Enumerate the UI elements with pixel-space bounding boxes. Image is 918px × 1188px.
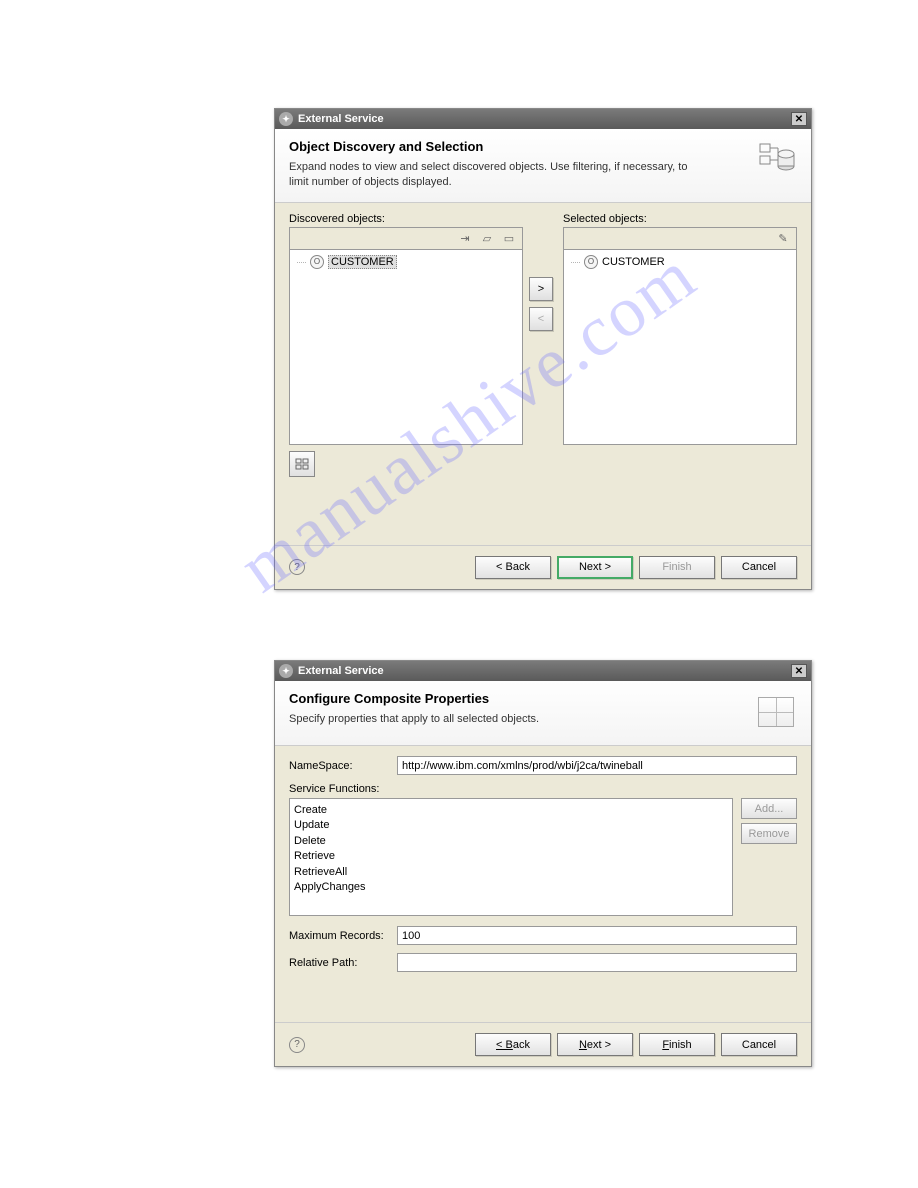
max-records-input[interactable]	[397, 926, 797, 945]
list-item[interactable]: Retrieve	[294, 849, 728, 864]
object-icon: O	[584, 255, 598, 269]
close-button[interactable]: ✕	[791, 664, 807, 678]
service-functions-label: Service Functions:	[289, 783, 389, 795]
next-button[interactable]: Next >	[557, 556, 633, 579]
relative-path-input[interactable]	[397, 953, 797, 972]
next-button[interactable]: Next >	[557, 1033, 633, 1056]
object-icon: O	[310, 255, 324, 269]
selected-toolbar: ✎	[563, 227, 797, 249]
list-item[interactable]: Update	[294, 818, 728, 833]
dialog-object-discovery: ✦ External Service ✕ Object Discovery an…	[274, 108, 812, 590]
footer: ? < Back Next > Finish Cancel	[275, 1022, 811, 1066]
finish-button[interactable]: Finish	[639, 556, 715, 579]
wizard-icon	[755, 691, 797, 733]
page-description: Specify properties that apply to all sel…	[289, 712, 539, 727]
back-button[interactable]: < Back	[475, 556, 551, 579]
app-icon: ✦	[279, 112, 293, 126]
titlebar[interactable]: ✦ External Service ✕	[275, 661, 811, 681]
header-pane: Object Discovery and Selection Expand no…	[275, 129, 811, 203]
page-description: Expand nodes to view and select discover…	[289, 160, 689, 190]
help-button[interactable]: ?	[289, 1037, 305, 1053]
discovered-tree[interactable]: ····· O CUSTOMER	[289, 249, 523, 445]
dialog-configure-properties: ✦ External Service ✕ Configure Composite…	[274, 660, 812, 1067]
list-item[interactable]: RetrieveAll	[294, 865, 728, 880]
help-button[interactable]: ?	[289, 559, 305, 575]
tree-item-label: CUSTOMER	[602, 256, 665, 268]
page-title: Object Discovery and Selection	[289, 139, 689, 154]
filter-icon[interactable]: ⇥	[456, 230, 474, 246]
max-records-label: Maximum Records:	[289, 930, 389, 942]
discovered-toolbar: ⇥ ▱ ▭	[289, 227, 523, 249]
finish-button[interactable]: Finish	[639, 1033, 715, 1056]
cancel-button[interactable]: Cancel	[721, 556, 797, 579]
service-functions-list[interactable]: Create Update Delete Retrieve RetrieveAl…	[289, 798, 733, 916]
namespace-label: NameSpace:	[289, 760, 389, 772]
tree-item-label: CUSTOMER	[328, 255, 397, 269]
list-item[interactable]: Create	[294, 803, 728, 818]
book-icon[interactable]: ▭	[500, 230, 518, 246]
namespace-input[interactable]	[397, 756, 797, 775]
relative-path-label: Relative Path:	[289, 957, 389, 969]
close-button[interactable]: ✕	[791, 112, 807, 126]
footer: ? < Back Next > Finish Cancel	[275, 545, 811, 589]
list-item[interactable]: Delete	[294, 834, 728, 849]
app-icon: ✦	[279, 664, 293, 678]
add-button[interactable]: Add...	[741, 798, 797, 819]
list-item[interactable]: ApplyChanges	[294, 880, 728, 895]
remove-button[interactable]: Remove	[741, 823, 797, 844]
selected-label: Selected objects:	[563, 213, 797, 225]
selected-tree[interactable]: ····· O CUSTOMER	[563, 249, 797, 445]
move-right-button[interactable]: >	[529, 277, 553, 301]
move-left-button[interactable]: <	[529, 307, 553, 331]
clear-filter-icon[interactable]: ▱	[478, 230, 496, 246]
discovered-label: Discovered objects:	[289, 213, 523, 225]
edit-icon[interactable]: ✎	[774, 230, 792, 246]
page-title: Configure Composite Properties	[289, 691, 539, 706]
tree-connector: ·····	[570, 257, 580, 267]
window-title: External Service	[298, 113, 384, 125]
properties-button[interactable]	[289, 451, 315, 477]
titlebar[interactable]: ✦ External Service ✕	[275, 109, 811, 129]
tree-item-customer[interactable]: ····· O CUSTOMER	[294, 254, 518, 270]
window-title: External Service	[298, 665, 384, 677]
header-pane: Configure Composite Properties Specify p…	[275, 681, 811, 746]
tree-connector: ·····	[296, 257, 306, 267]
cancel-button[interactable]: Cancel	[721, 1033, 797, 1056]
tree-item-customer-selected[interactable]: ····· O CUSTOMER	[568, 254, 792, 270]
back-button[interactable]: < Back	[475, 1033, 551, 1056]
wizard-icon	[755, 139, 797, 181]
